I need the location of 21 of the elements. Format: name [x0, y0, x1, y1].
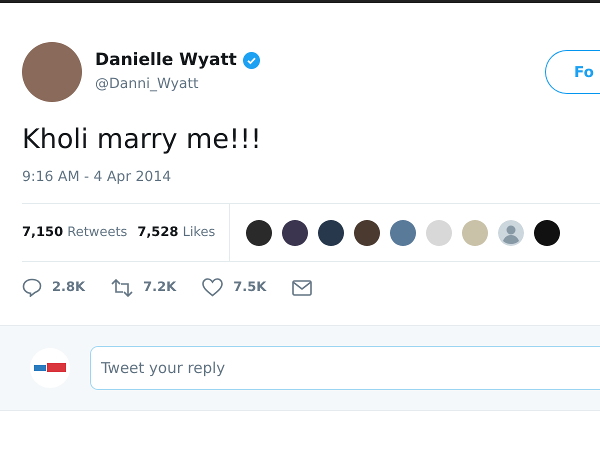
author-handle[interactable]: @Danni_Wyatt	[95, 76, 545, 92]
action-count: 7.5K	[233, 280, 266, 295]
author-name[interactable]: Danielle Wyatt	[95, 50, 237, 70]
avatar-photo-placeholder[interactable]	[282, 220, 308, 246]
avatar-photo-placeholder[interactable]	[354, 220, 380, 246]
tweet-text: Kholi marry me!!!	[21, 123, 262, 155]
retweet-icon[interactable]	[111, 278, 134, 296]
envelope-icon[interactable]	[292, 280, 312, 296]
heart-icon[interactable]	[202, 278, 224, 297]
reply-input-field[interactable]: Tweet your reply	[90, 346, 600, 390]
avatar-photo-placeholder[interactable]	[534, 220, 560, 246]
default-avatar-icon[interactable]	[498, 220, 524, 246]
action-count: 2.8K	[52, 280, 86, 295]
action-count: 7.2K	[143, 280, 176, 295]
stat-count[interactable]: 7,528 Likes	[137, 225, 216, 240]
avatar-photo-placeholder[interactable]	[318, 220, 344, 246]
stat-count[interactable]: 7,150 Retweets	[22, 225, 128, 240]
avatar-photo-placeholder[interactable]	[246, 220, 272, 246]
tweet-timestamp[interactable]: 9:16 AM - 4 Apr 2014	[0, 155, 600, 185]
logo-icon	[34, 363, 66, 373]
reply-icon[interactable]	[22, 278, 42, 297]
